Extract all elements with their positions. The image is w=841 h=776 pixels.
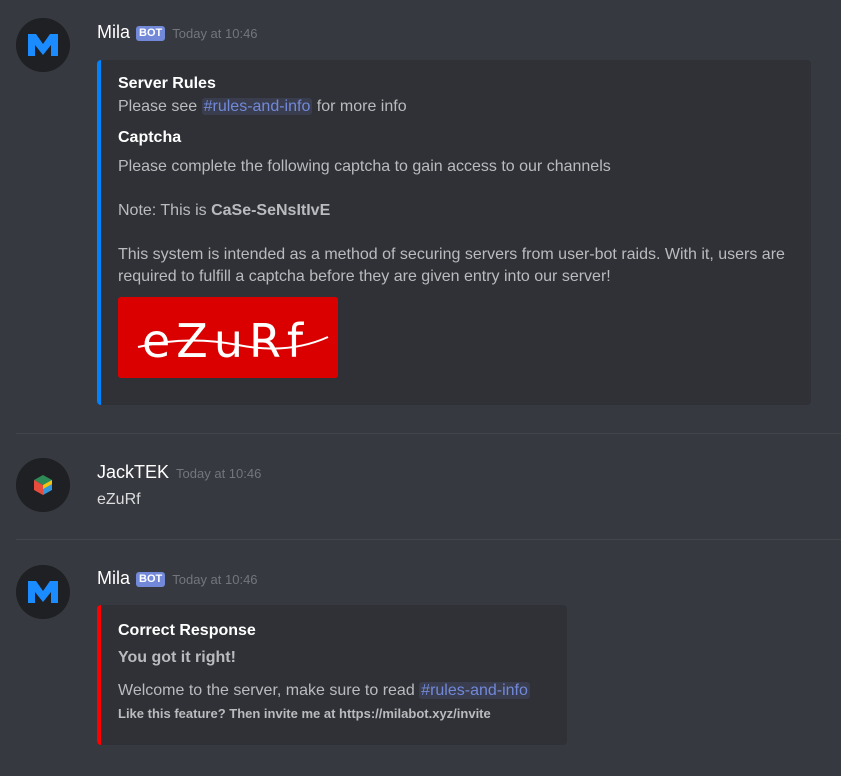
case-sensitive-note: Note: This is CaSe-SeNsItIvE bbox=[118, 200, 795, 222]
channel-mention[interactable]: #rules-and-info bbox=[201, 98, 313, 115]
timestamp: Today at 10:46 bbox=[172, 572, 258, 587]
username[interactable]: Mila bbox=[97, 568, 130, 589]
captcha-instructions: Please complete the following captcha to… bbox=[118, 158, 611, 175]
embed-field-value: Please see #rules-and-info for more info bbox=[118, 96, 795, 118]
timestamp: Today at 10:46 bbox=[172, 26, 258, 41]
rules-text-before: Please see bbox=[118, 98, 202, 115]
message-content: eZuRf bbox=[97, 491, 141, 508]
captcha-embed: Server Rules Please see #rules-and-info … bbox=[97, 60, 811, 405]
embed-footer: Like this feature? Then invite me at htt… bbox=[118, 706, 491, 721]
message-divider bbox=[16, 433, 841, 434]
mila-avatar[interactable] bbox=[16, 565, 70, 619]
cube-icon bbox=[16, 458, 70, 512]
embed-subtitle: You got it right! bbox=[118, 649, 236, 666]
welcome-text: Welcome to the server, make sure to read bbox=[118, 682, 420, 699]
note-prefix: Note: This is bbox=[118, 202, 212, 219]
embed-description: Welcome to the server, make sure to read… bbox=[118, 680, 551, 702]
bot-badge: BOT bbox=[136, 572, 166, 587]
embed-field-title: Captcha bbox=[118, 129, 182, 146]
timestamp: Today at 10:46 bbox=[176, 466, 262, 481]
embed-title: Correct Response bbox=[118, 622, 256, 639]
captcha-description: This system is intended as a method of s… bbox=[118, 246, 785, 285]
message-header: JackTEK Today at 10:46 bbox=[97, 462, 261, 488]
message-header: Mila BOT Today at 10:46 bbox=[97, 22, 258, 48]
channel-mention[interactable]: #rules-and-info bbox=[419, 682, 530, 699]
username[interactable]: JackTEK bbox=[97, 462, 169, 483]
message-header: Mila BOT Today at 10:46 bbox=[97, 568, 258, 594]
bot-badge: BOT bbox=[136, 26, 166, 41]
mila-avatar[interactable] bbox=[16, 18, 70, 72]
note-strong: CaSe-SeNsItIvE bbox=[211, 202, 331, 219]
mila-logo-icon bbox=[16, 565, 70, 619]
embed-field-title: Server Rules bbox=[118, 75, 216, 92]
username[interactable]: Mila bbox=[97, 22, 130, 43]
captcha-image[interactable]: eZuRf bbox=[118, 297, 338, 378]
message-divider bbox=[16, 539, 841, 540]
response-embed: Correct Response You got it right! Welco… bbox=[97, 605, 567, 745]
rules-text-after: for more info bbox=[312, 98, 407, 115]
captcha-graphic: eZuRf bbox=[118, 297, 338, 378]
mila-logo-icon bbox=[16, 18, 70, 72]
chat-messages: Mila BOT Today at 10:46 Server Rules Ple… bbox=[0, 0, 841, 776]
jacktek-avatar[interactable] bbox=[16, 458, 70, 512]
